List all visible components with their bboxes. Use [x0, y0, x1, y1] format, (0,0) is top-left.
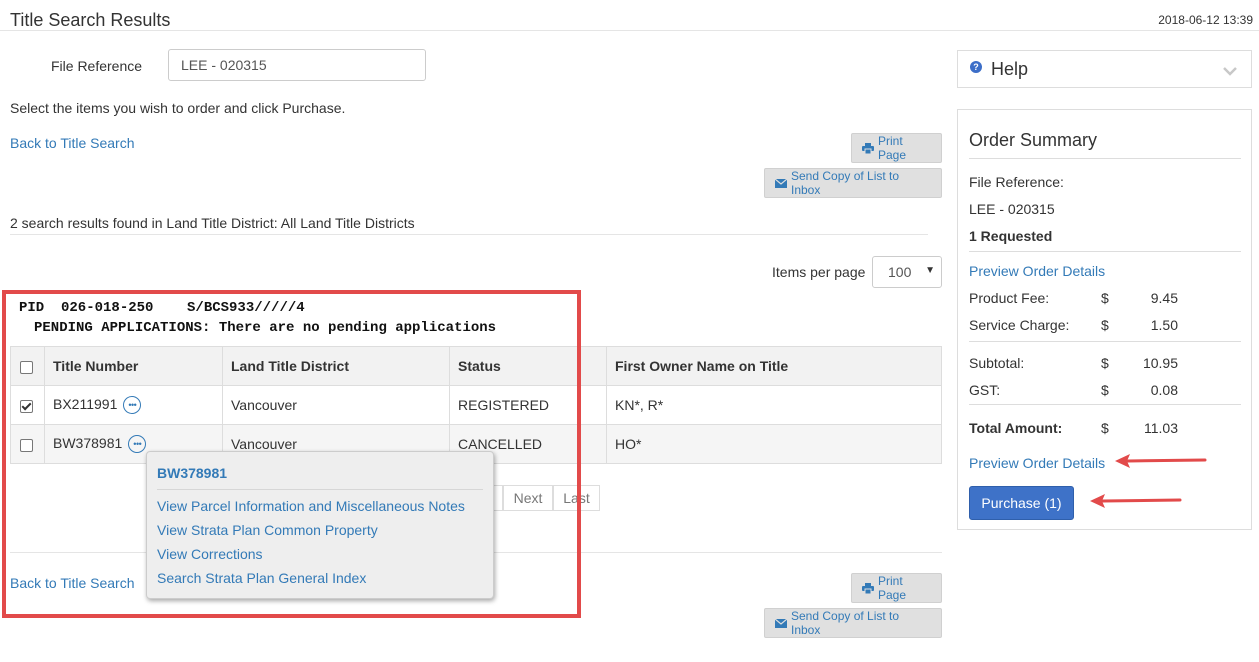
order-summary-divider	[969, 158, 1241, 159]
status-cell: REGISTERED	[449, 385, 607, 425]
header-divider	[0, 30, 1259, 31]
pager-next-button[interactable]: Next	[503, 485, 553, 511]
row-checkbox[interactable]	[20, 399, 33, 413]
more-options-icon[interactable]: •••	[128, 435, 147, 454]
order-summary-divider	[969, 341, 1241, 342]
title-number: BX211991	[53, 395, 118, 412]
order-summary-divider	[969, 251, 1241, 252]
title-options-popup: BW378981 View Parcel Information and Mis…	[146, 451, 494, 599]
popup-title: BW378981	[157, 465, 228, 481]
row-select-cell	[10, 385, 45, 425]
os-file-reference-value: LEE - 020315	[969, 201, 1055, 217]
column-header-district[interactable]: Land Title District	[222, 346, 450, 386]
row-select-cell	[10, 424, 45, 464]
results-count: 2 search results found in Land Title Dis…	[10, 215, 415, 231]
view-parcel-information-link[interactable]: View Parcel Information and Miscellaneou…	[157, 498, 465, 514]
view-corrections-link[interactable]: View Corrections	[157, 546, 263, 562]
send-copy-button[interactable]: Send Copy of List to Inbox	[764, 168, 942, 198]
page-title: Title Search Results	[10, 10, 171, 30]
envelope-icon	[775, 178, 787, 188]
order-summary-divider	[969, 404, 1241, 405]
print-page-button[interactable]: Print Page	[851, 133, 942, 163]
caret-down-icon: ▼	[925, 265, 935, 276]
items-per-page-label: Items per page	[772, 264, 866, 280]
help-title: Help	[991, 59, 1029, 79]
view-strata-plan-common-property-link[interactable]: View Strata Plan Common Property	[157, 522, 378, 538]
title-number: BW378981	[53, 434, 123, 451]
purchase-button[interactable]: Purchase (1)	[969, 486, 1074, 520]
column-header-title-number[interactable]: Title Number	[44, 346, 223, 386]
service-charge-label: Service Charge:	[969, 317, 1070, 333]
subtotal-value: 10.95	[1142, 355, 1178, 371]
table-row: BX211991 ••• Vancouver REGISTERED KN*, R*	[10, 385, 942, 425]
order-summary-title: Order Summary	[969, 130, 1098, 150]
column-header-owner[interactable]: First Owner Name on Title	[606, 346, 942, 386]
preview-order-details-link[interactable]: Preview Order Details	[969, 263, 1105, 279]
send-copy-label: Send Copy of List to Inbox	[791, 609, 900, 637]
file-reference-input[interactable]	[168, 49, 426, 81]
results-divider	[10, 234, 928, 235]
currency-symbol: $	[1101, 290, 1109, 306]
row-checkbox[interactable]	[20, 438, 33, 452]
district-cell: Vancouver	[222, 385, 450, 425]
question-icon: ?	[970, 61, 982, 73]
send-copy-label: Send Copy of List to Inbox	[791, 169, 900, 197]
instruction-text: Select the items you wish to order and c…	[10, 100, 346, 116]
file-reference-label: File Reference	[51, 58, 143, 74]
printer-icon	[862, 582, 874, 594]
service-charge-value: 1.50	[1150, 317, 1178, 333]
total-amount-value: 11.03	[1144, 420, 1178, 436]
pid-line: PID 026-018-250 S/BCS933/////4	[19, 300, 305, 316]
annotation-arrow-icon	[1090, 494, 1182, 508]
select-all-checkbox[interactable]	[20, 360, 33, 374]
currency-symbol: $	[1101, 382, 1109, 398]
total-amount-label: Total Amount:	[969, 420, 1063, 436]
owner-cell: KN*, R*	[606, 385, 942, 425]
more-options-icon[interactable]: •••	[123, 396, 142, 415]
results-table: Title Number Land Title District Status …	[10, 346, 942, 464]
popup-divider	[157, 489, 483, 490]
back-to-title-search-link-bottom[interactable]: Back to Title Search	[10, 575, 135, 591]
owner-cell: HO*	[606, 424, 942, 464]
product-fee-value: 9.45	[1150, 290, 1178, 306]
send-copy-button-bottom[interactable]: Send Copy of List to Inbox	[764, 608, 942, 638]
column-header-status[interactable]: Status	[449, 346, 607, 386]
items-per-page-value: 100	[888, 264, 912, 280]
currency-symbol: $	[1101, 420, 1109, 436]
help-panel[interactable]: ? Help	[957, 50, 1252, 88]
preview-order-details-link-bottom[interactable]: Preview Order Details	[969, 455, 1105, 471]
currency-symbol: $	[1101, 355, 1109, 371]
gst-label: GST:	[969, 382, 1001, 398]
os-requested-count: 1 Requested	[969, 228, 1053, 244]
product-fee-label: Product Fee:	[969, 290, 1050, 306]
chevron-down-icon[interactable]	[1223, 63, 1237, 79]
print-page-label: Print Page	[878, 134, 907, 162]
gst-value: 0.08	[1150, 382, 1178, 398]
title-number-cell: BX211991 •••	[44, 385, 223, 425]
pager-last-button[interactable]: Last	[553, 485, 600, 511]
printer-icon	[862, 142, 874, 154]
table-header-row: Title Number Land Title District Status …	[10, 346, 942, 386]
envelope-icon	[775, 618, 787, 628]
subtotal-label: Subtotal:	[969, 355, 1025, 371]
search-strata-plan-general-index-link[interactable]: Search Strata Plan General Index	[157, 570, 366, 586]
back-to-title-search-link[interactable]: Back to Title Search	[10, 135, 135, 151]
os-file-reference-label: File Reference:	[969, 174, 1064, 190]
annotation-arrow-icon	[1115, 454, 1207, 468]
items-per-page-select[interactable]: 100 ▼	[872, 256, 942, 288]
pending-applications: PENDING APPLICATIONS: There are no pendi…	[34, 320, 497, 336]
currency-symbol: $	[1101, 317, 1109, 333]
timestamp: 2018-06-12 13:39	[1158, 13, 1253, 27]
print-page-label: Print Page	[878, 574, 907, 602]
print-page-button-bottom[interactable]: Print Page	[851, 573, 942, 603]
select-all-cell	[10, 346, 45, 386]
